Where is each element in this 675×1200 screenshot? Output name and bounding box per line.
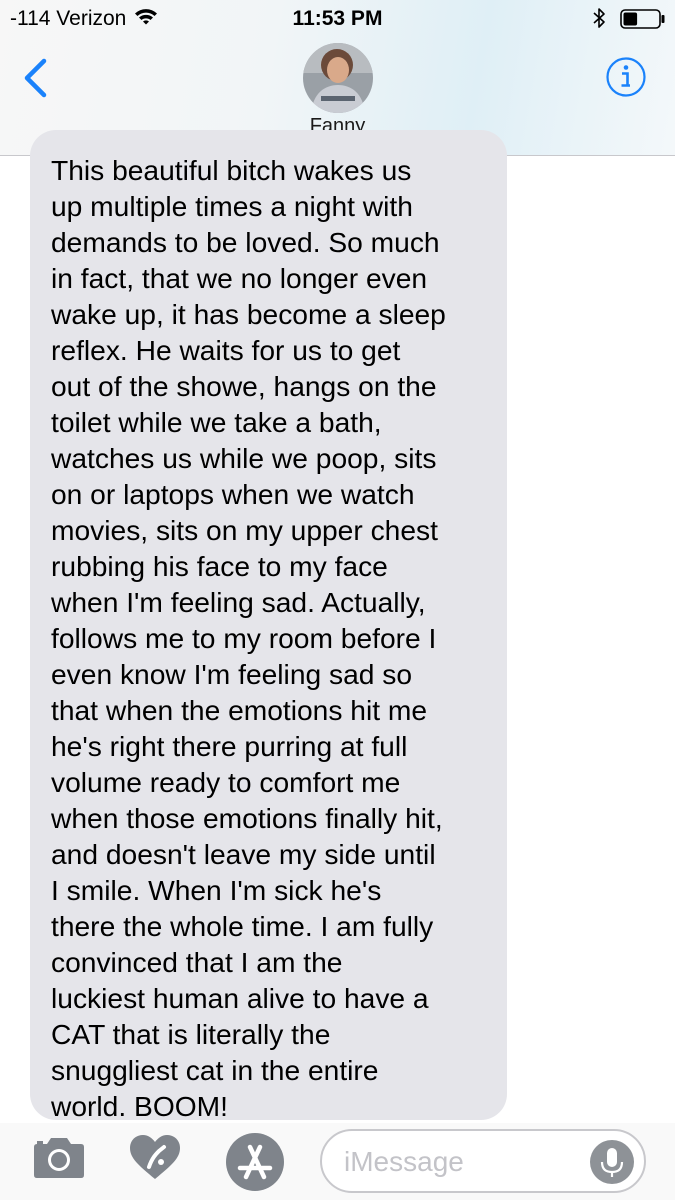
imessage-placeholder: iMessage [344, 1146, 464, 1177]
imessage-input-field[interactable]: iMessage [320, 1129, 646, 1193]
app-store-icon [224, 1133, 286, 1197]
microphone-icon [589, 1140, 635, 1189]
battery-icon [620, 9, 666, 35]
info-button[interactable] [605, 56, 647, 98]
chevron-left-icon [14, 58, 58, 102]
back-button[interactable] [14, 58, 58, 98]
message-bubble-received[interactable]: This beautiful bitch wakes us up multipl… [30, 130, 507, 1122]
status-bar: -114 Verizon 11:53 PM [0, 0, 675, 36]
contact-avatar[interactable] [303, 43, 373, 113]
info-icon [605, 57, 647, 102]
dictation-button[interactable] [589, 1139, 635, 1190]
camera-icon [32, 1138, 86, 1183]
app-store-button[interactable] [224, 1131, 286, 1198]
camera-button[interactable] [32, 1135, 86, 1184]
status-time: 11:53 PM [292, 7, 383, 30]
digital-touch-heart-icon [128, 1135, 182, 1186]
bluetooth-icon [592, 6, 606, 36]
message-text: This beautiful bitch wakes us up multipl… [51, 154, 446, 1122]
digital-touch-button[interactable] [128, 1134, 182, 1187]
